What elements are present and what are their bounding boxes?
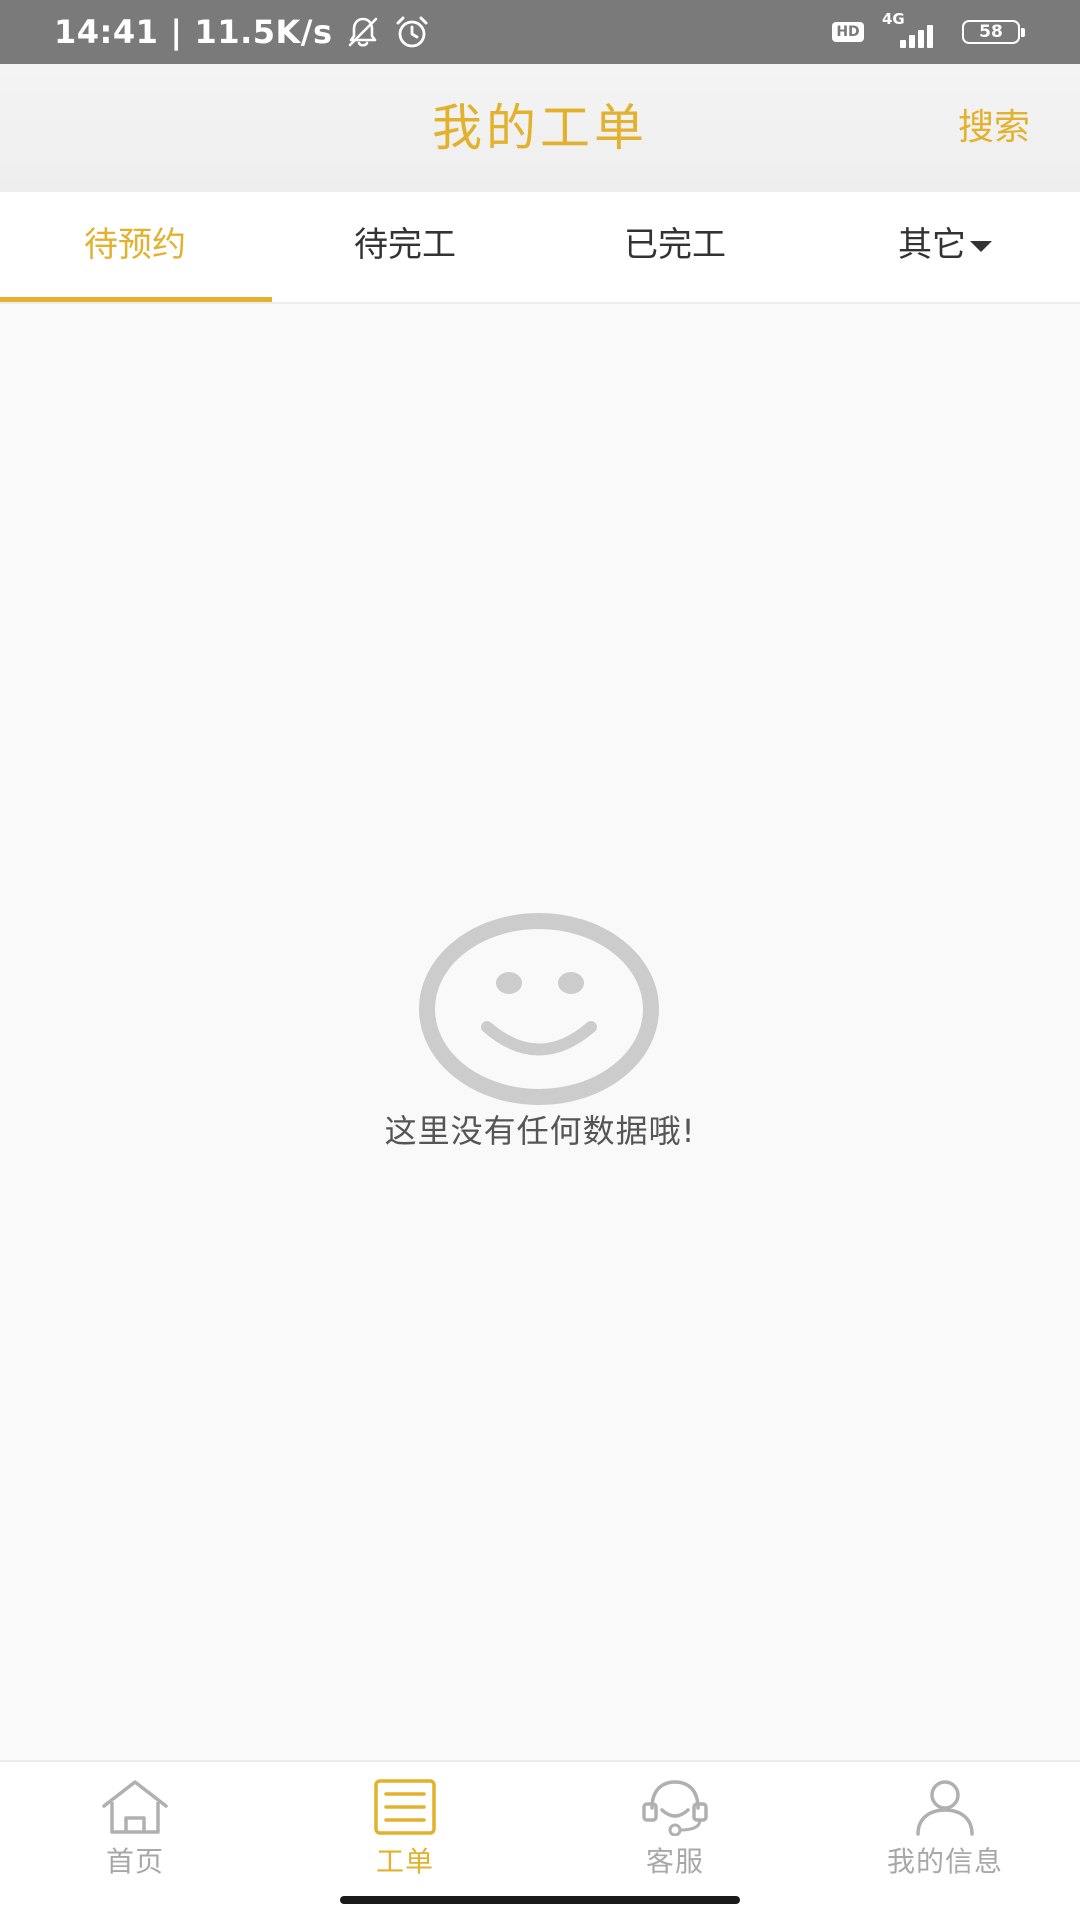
tab-label: 待预约 [84,225,186,265]
tab-label: 其它 [898,225,966,265]
tab-label: 已完工 [624,225,726,265]
home-icon [102,1780,168,1834]
nav-label: 首页 [105,1845,164,1878]
nav-item-home[interactable]: 首页 [0,1762,270,1882]
home-indicator[interactable] [340,1896,740,1904]
nav-item-customer-service[interactable]: 客服 [540,1762,810,1882]
battery-icon: 58 [962,20,1025,44]
tab-label: 待完工 [354,225,456,265]
nav-label: 客服 [645,1845,704,1878]
smiley-icon [416,912,662,1106]
user-icon [916,1780,974,1836]
battery-level: 58 [979,22,1003,42]
status-right: HD 4G 58 [832,0,1025,64]
nav-item-my-info[interactable]: 我的信息 [810,1762,1080,1882]
app-header: 我的工单 搜索 [0,64,1080,192]
tab-pending-appointment[interactable]: 待预约 [0,192,272,302]
network-speed: 11.5K/s [194,13,333,51]
search-button[interactable]: 搜索 [958,64,1030,192]
tab-bar: 待预约 待完工 已完工 其它 [0,192,1080,304]
tab-other[interactable]: 其它 [810,192,1080,302]
tab-pending-completion[interactable]: 待完工 [270,192,540,302]
nav-label: 工单 [375,1845,434,1878]
bell-off-icon [345,14,381,50]
empty-message: 这里没有任何数据哦! [384,1112,696,1150]
status-separator: | [170,13,183,51]
status-left: 14:41 | 11.5K/s [54,0,431,64]
status-bar: 14:41 | 11.5K/s HD 4G 58 [0,0,1080,64]
caret-down-icon [970,241,992,252]
hd-badge: HD [832,22,864,42]
nav-item-work-order[interactable]: 工单 [270,1762,540,1882]
customer-service-icon [642,1780,708,1836]
work-order-icon [374,1779,436,1835]
status-time: 14:41 [54,13,159,51]
nav-label: 我的信息 [886,1845,1003,1878]
signal-bars [900,25,933,48]
page-title: 我的工单 [432,99,648,157]
signal-icon: 4G [880,10,946,52]
alarm-icon [393,14,431,50]
tab-completed[interactable]: 已完工 [540,192,810,302]
